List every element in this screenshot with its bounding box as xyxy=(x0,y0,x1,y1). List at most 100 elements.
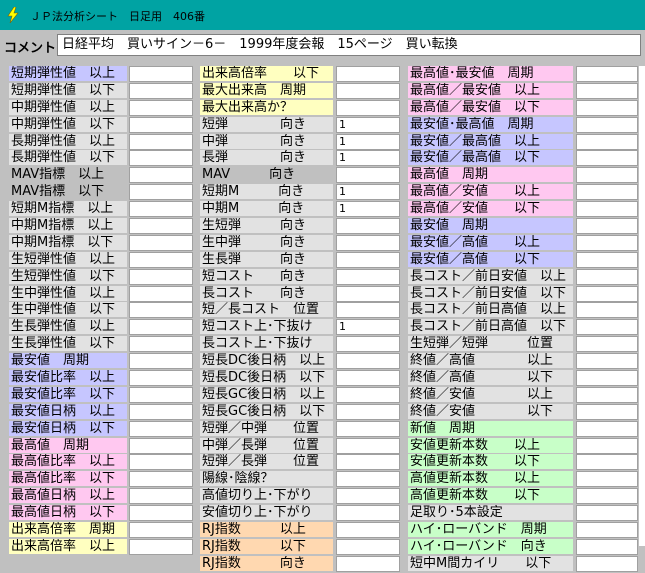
condition-value-field[interactable] xyxy=(336,251,400,268)
condition-value-field[interactable] xyxy=(576,66,638,82)
condition-value-field[interactable] xyxy=(576,420,638,437)
condition-value-field[interactable] xyxy=(129,201,193,218)
condition-value-field[interactable] xyxy=(129,522,193,539)
condition-label: 最高値 周期 xyxy=(408,167,573,183)
condition-value-field[interactable] xyxy=(336,234,400,251)
condition-value-field[interactable]: 1 xyxy=(336,319,400,336)
condition-value-field[interactable] xyxy=(129,454,193,471)
condition-value-field[interactable] xyxy=(129,302,193,319)
condition-value-field[interactable] xyxy=(336,82,400,99)
condition-value-field[interactable] xyxy=(576,538,638,555)
condition-value-field[interactable] xyxy=(129,116,193,133)
condition-value-field[interactable] xyxy=(336,218,400,235)
condition-label: 生中弾性値 以上 xyxy=(9,285,127,301)
condition-value-field[interactable] xyxy=(576,82,638,99)
condition-value-field[interactable] xyxy=(129,251,193,268)
condition-value-field[interactable] xyxy=(336,505,400,522)
condition-value-field[interactable] xyxy=(576,218,638,235)
condition-value-field[interactable] xyxy=(129,218,193,235)
condition-value-field[interactable] xyxy=(576,370,638,387)
condition-value-field[interactable] xyxy=(576,437,638,454)
condition-value-field[interactable]: 1 xyxy=(336,201,400,218)
condition-value-field[interactable] xyxy=(576,201,638,218)
condition-label: 最安値比率 以下 xyxy=(9,386,127,402)
condition-value-field[interactable] xyxy=(576,488,638,505)
condition-value-field[interactable] xyxy=(576,116,638,133)
condition-value-field[interactable] xyxy=(576,302,638,319)
condition-value-field[interactable] xyxy=(336,471,400,488)
condition-value-field[interactable] xyxy=(129,370,193,387)
condition-value-field[interactable] xyxy=(129,184,193,201)
condition-value-field[interactable] xyxy=(129,268,193,285)
condition-value-field[interactable] xyxy=(576,285,638,302)
condition-value-field[interactable] xyxy=(336,538,400,555)
condition-value-field[interactable] xyxy=(129,437,193,454)
condition-value-field[interactable] xyxy=(576,522,638,539)
condition-value-field[interactable] xyxy=(576,471,638,488)
condition-label: 最安値／最高値 以上 xyxy=(408,133,573,149)
condition-label: 最高値･最安値 周期 xyxy=(408,66,573,81)
condition-value-field[interactable] xyxy=(129,403,193,420)
condition-value-field[interactable] xyxy=(576,234,638,251)
condition-value-field[interactable] xyxy=(336,555,400,572)
condition-value-field[interactable] xyxy=(576,319,638,336)
condition-value-field[interactable] xyxy=(576,505,638,522)
condition-value-field[interactable] xyxy=(129,386,193,403)
condition-value-field[interactable] xyxy=(336,99,400,116)
condition-value-field[interactable] xyxy=(576,251,638,268)
condition-value-field[interactable]: 1 xyxy=(336,150,400,167)
condition-value-field[interactable] xyxy=(336,454,400,471)
condition-value-field[interactable] xyxy=(129,285,193,302)
condition-value-field[interactable] xyxy=(129,538,193,555)
condition-value-field[interactable]: 1 xyxy=(336,133,400,150)
right-panel-edge xyxy=(639,66,645,546)
condition-value-field[interactable] xyxy=(336,370,400,387)
condition-value-field[interactable] xyxy=(336,302,400,319)
condition-value-field[interactable] xyxy=(336,66,400,82)
condition-value-field[interactable] xyxy=(129,234,193,251)
condition-value-field[interactable] xyxy=(336,353,400,370)
condition-label: 中期弾性値 以上 xyxy=(9,99,127,115)
condition-value-field[interactable] xyxy=(129,471,193,488)
condition-value-field[interactable] xyxy=(129,99,193,116)
condition-value-field[interactable] xyxy=(336,167,400,184)
condition-value-field[interactable] xyxy=(336,488,400,505)
condition-value-field[interactable] xyxy=(576,454,638,471)
condition-value-field[interactable] xyxy=(576,353,638,370)
condition-label: 生短弾性値 以下 xyxy=(9,268,127,284)
condition-value-field[interactable] xyxy=(336,522,400,539)
condition-value-field[interactable] xyxy=(129,150,193,167)
condition-value-field[interactable] xyxy=(129,488,193,505)
condition-value-field[interactable] xyxy=(129,66,193,82)
condition-value-field[interactable] xyxy=(336,285,400,302)
condition-label: 短弾 向き xyxy=(200,116,333,132)
condition-value-field[interactable] xyxy=(336,386,400,403)
condition-value-field[interactable] xyxy=(336,437,400,454)
condition-value-field[interactable] xyxy=(576,403,638,420)
condition-value-field[interactable] xyxy=(576,386,638,403)
condition-value-field[interactable] xyxy=(129,319,193,336)
condition-value-field[interactable] xyxy=(336,268,400,285)
condition-value-field[interactable] xyxy=(129,167,193,184)
condition-value-field[interactable] xyxy=(576,99,638,116)
condition-value-field[interactable] xyxy=(336,403,400,420)
condition-value-field[interactable] xyxy=(576,150,638,167)
condition-value-field[interactable] xyxy=(129,353,193,370)
condition-value-field[interactable] xyxy=(576,555,638,572)
condition-value-field[interactable]: 1 xyxy=(336,184,400,201)
condition-value-field[interactable] xyxy=(129,420,193,437)
condition-value-field[interactable] xyxy=(129,82,193,99)
condition-value-field[interactable] xyxy=(129,336,193,353)
condition-value-field[interactable]: 1 xyxy=(336,116,400,133)
condition-value-field[interactable] xyxy=(576,167,638,184)
condition-value-field[interactable] xyxy=(576,268,638,285)
comment-field[interactable]: 日経平均 買いサイン－6－ 1999年度会報 15ページ 買い転換 xyxy=(57,34,641,56)
condition-label: RJ指数 以上 xyxy=(200,522,333,538)
condition-value-field[interactable] xyxy=(576,184,638,201)
condition-value-field[interactable] xyxy=(336,420,400,437)
condition-value-field[interactable] xyxy=(129,505,193,522)
condition-value-field[interactable] xyxy=(336,336,400,353)
condition-value-field[interactable] xyxy=(576,336,638,353)
condition-value-field[interactable] xyxy=(576,133,638,150)
condition-value-field[interactable] xyxy=(129,133,193,150)
